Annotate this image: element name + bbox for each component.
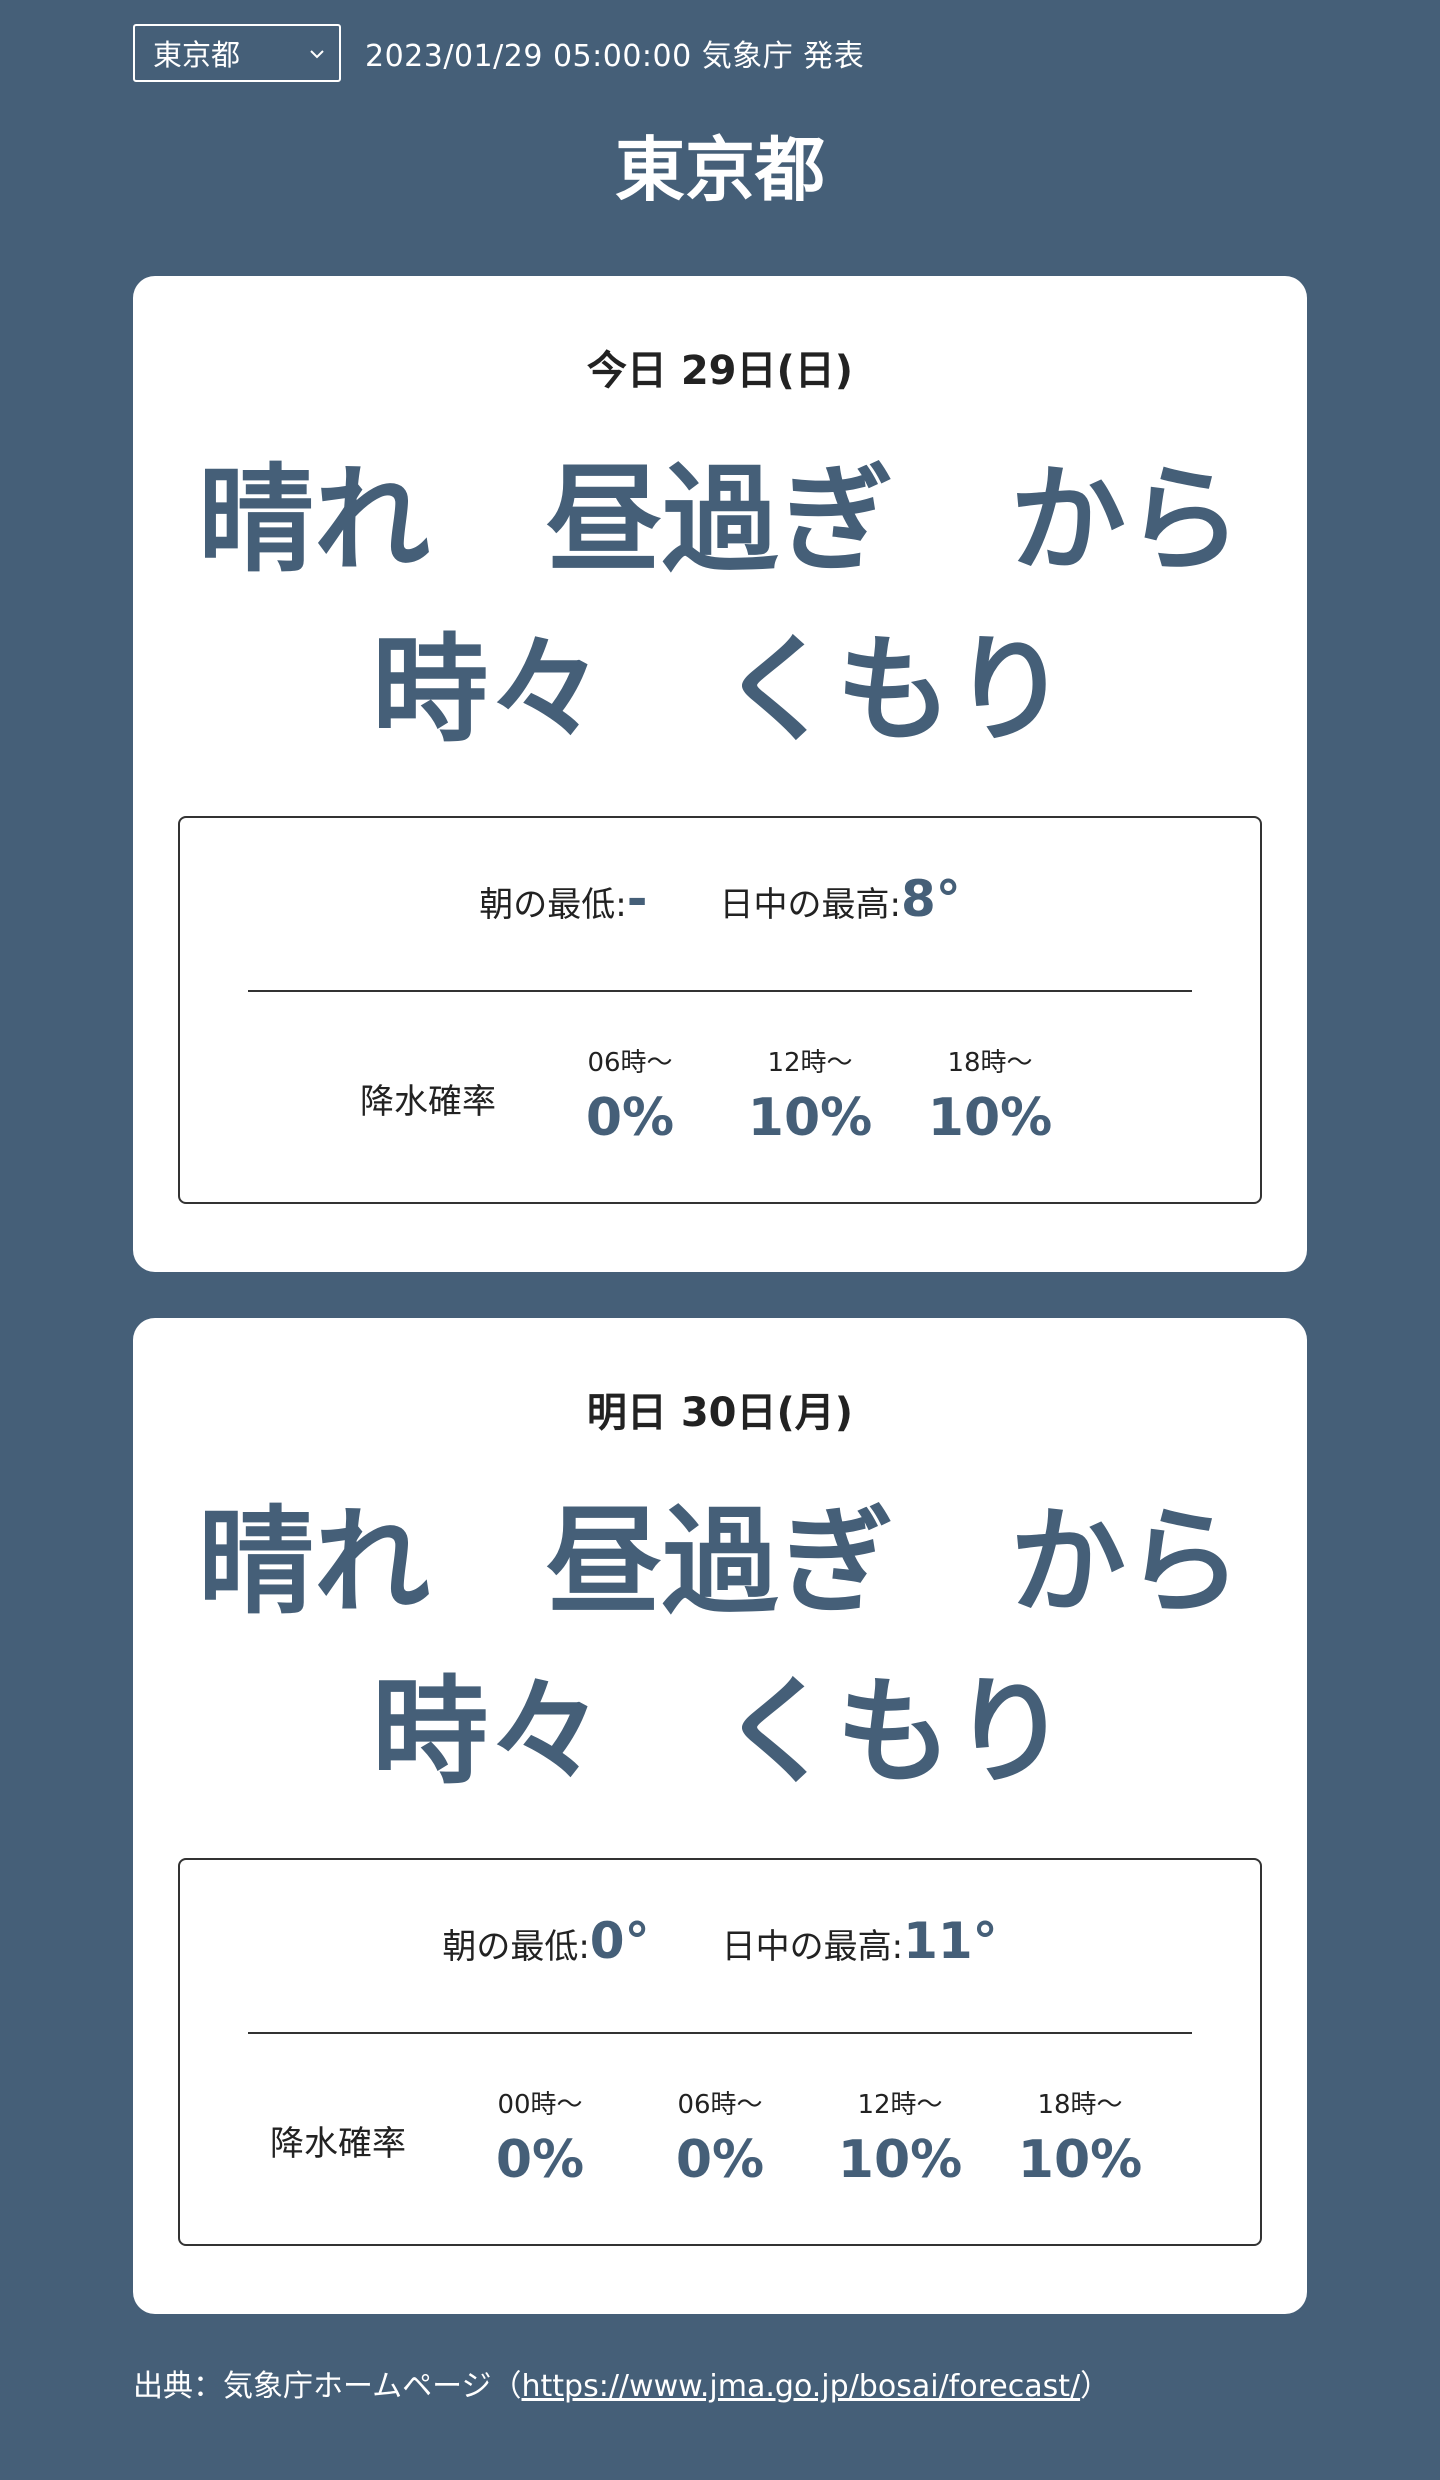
precipitation-slot: 18時～ 10% xyxy=(990,2085,1170,2195)
precipitation-slot: 12時～ 10% xyxy=(720,1043,900,1153)
slot-value: 10% xyxy=(927,1088,1053,1148)
slot-time: 00時～ xyxy=(497,2090,583,2120)
source-link[interactable]: https://www.jma.go.jp/bosai/forecast/ xyxy=(522,2369,1081,2404)
min-temp: 朝の最低:- xyxy=(479,870,647,928)
min-temp-label: 朝の最低: xyxy=(442,1927,590,1967)
precipitation-row: 降水確率 06時～ 0% 12時～ 10% 18時～ 10% xyxy=(180,1028,1260,1168)
slot-time: 18時～ xyxy=(1037,2090,1123,2120)
max-temp-label: 日中の最高: xyxy=(719,885,901,925)
precipitation-slot: 00時～ 0% xyxy=(450,2085,630,2195)
slot-value: 10% xyxy=(1017,2130,1143,2190)
slot-time: 18時～ xyxy=(947,1048,1033,1078)
top-bar: 東京都 2023/01/29 05:00:00 気象庁 発表 xyxy=(133,22,864,84)
forecast-details: 朝の最低:0° 日中の最高:11° 降水確率 00時～ 0% 06時～ 0% 1… xyxy=(178,1858,1262,2246)
temperature-row: 朝の最低:- 日中の最高:8° xyxy=(180,870,1260,940)
page-title: 東京都 xyxy=(615,129,825,211)
max-temp-value: 8° xyxy=(900,870,961,928)
precipitation-row: 降水確率 00時～ 0% 06時～ 0% 12時～ 10% 18時～ 10% xyxy=(180,2070,1260,2210)
source-footer: 出典：気象庁ホームページ（https://www.jma.go.jp/bosai… xyxy=(133,2362,1110,2412)
weather-text: 晴れ 昼過ぎ から 時々 くもり xyxy=(198,1495,1242,1800)
max-temp-value: 11° xyxy=(903,1912,998,1970)
max-temp-label: 日中の最高: xyxy=(721,1927,904,1967)
precipitation-slot: 06時～ 0% xyxy=(630,2085,810,2195)
min-temp-value: 0° xyxy=(589,1912,650,1970)
slot-time: 06時～ xyxy=(587,1048,673,1078)
weather-text: 晴れ 昼過ぎ から 時々 くもり xyxy=(198,453,1242,758)
forecast-date: 明日 30日(月) xyxy=(586,1390,854,1436)
forecast-card-tomorrow: 明日 30日(月) 晴れ 昼過ぎ から 時々 くもり 朝の最低:0° 日中の最高… xyxy=(133,1318,1307,2314)
slot-time: 12時～ xyxy=(857,2090,943,2120)
divider xyxy=(248,990,1192,992)
prefecture-select-value: 東京都 xyxy=(153,38,241,72)
max-temp: 日中の最高:11° xyxy=(722,1912,998,1970)
divider xyxy=(248,2032,1192,2034)
source-prefix: 出典：気象庁ホームページ（ xyxy=(133,2369,522,2404)
chevron-down-icon xyxy=(310,50,324,59)
max-temp: 日中の最高:8° xyxy=(719,870,960,928)
precipitation-label: 降水確率 xyxy=(360,1081,496,1122)
slot-time: 12時～ xyxy=(767,1048,853,1078)
slot-value: 10% xyxy=(747,1088,873,1148)
slot-value: 10% xyxy=(837,2130,963,2190)
slot-time: 06時～ xyxy=(677,2090,763,2120)
slot-value: 0% xyxy=(675,2130,765,2190)
min-temp-label: 朝の最低: xyxy=(479,885,627,925)
forecast-card-today: 今日 29日(日) 晴れ 昼過ぎ から 時々 くもり 朝の最低:- 日中の最高:… xyxy=(133,276,1307,1272)
issued-text: 2023/01/29 05:00:00 気象庁 発表 xyxy=(365,39,865,74)
min-temp-value: - xyxy=(626,870,648,928)
forecast-date: 今日 29日(日) xyxy=(586,348,854,394)
temperature-row: 朝の最低:0° 日中の最高:11° xyxy=(180,1912,1260,1982)
min-temp: 朝の最低:0° xyxy=(442,1912,649,1970)
forecast-details: 朝の最低:- 日中の最高:8° 降水確率 06時～ 0% 12時～ 10% 18… xyxy=(178,816,1262,1204)
precipitation-label: 降水確率 xyxy=(270,2123,406,2164)
precipitation-slot: 12時～ 10% xyxy=(810,2085,990,2195)
slot-value: 0% xyxy=(495,2130,585,2190)
precipitation-slot: 06時～ 0% xyxy=(540,1043,720,1153)
slot-value: 0% xyxy=(585,1088,675,1148)
source-suffix: ） xyxy=(1080,2369,1111,2404)
prefecture-select[interactable]: 東京都 xyxy=(133,24,341,82)
precipitation-slot: 18時～ 10% xyxy=(900,1043,1080,1153)
